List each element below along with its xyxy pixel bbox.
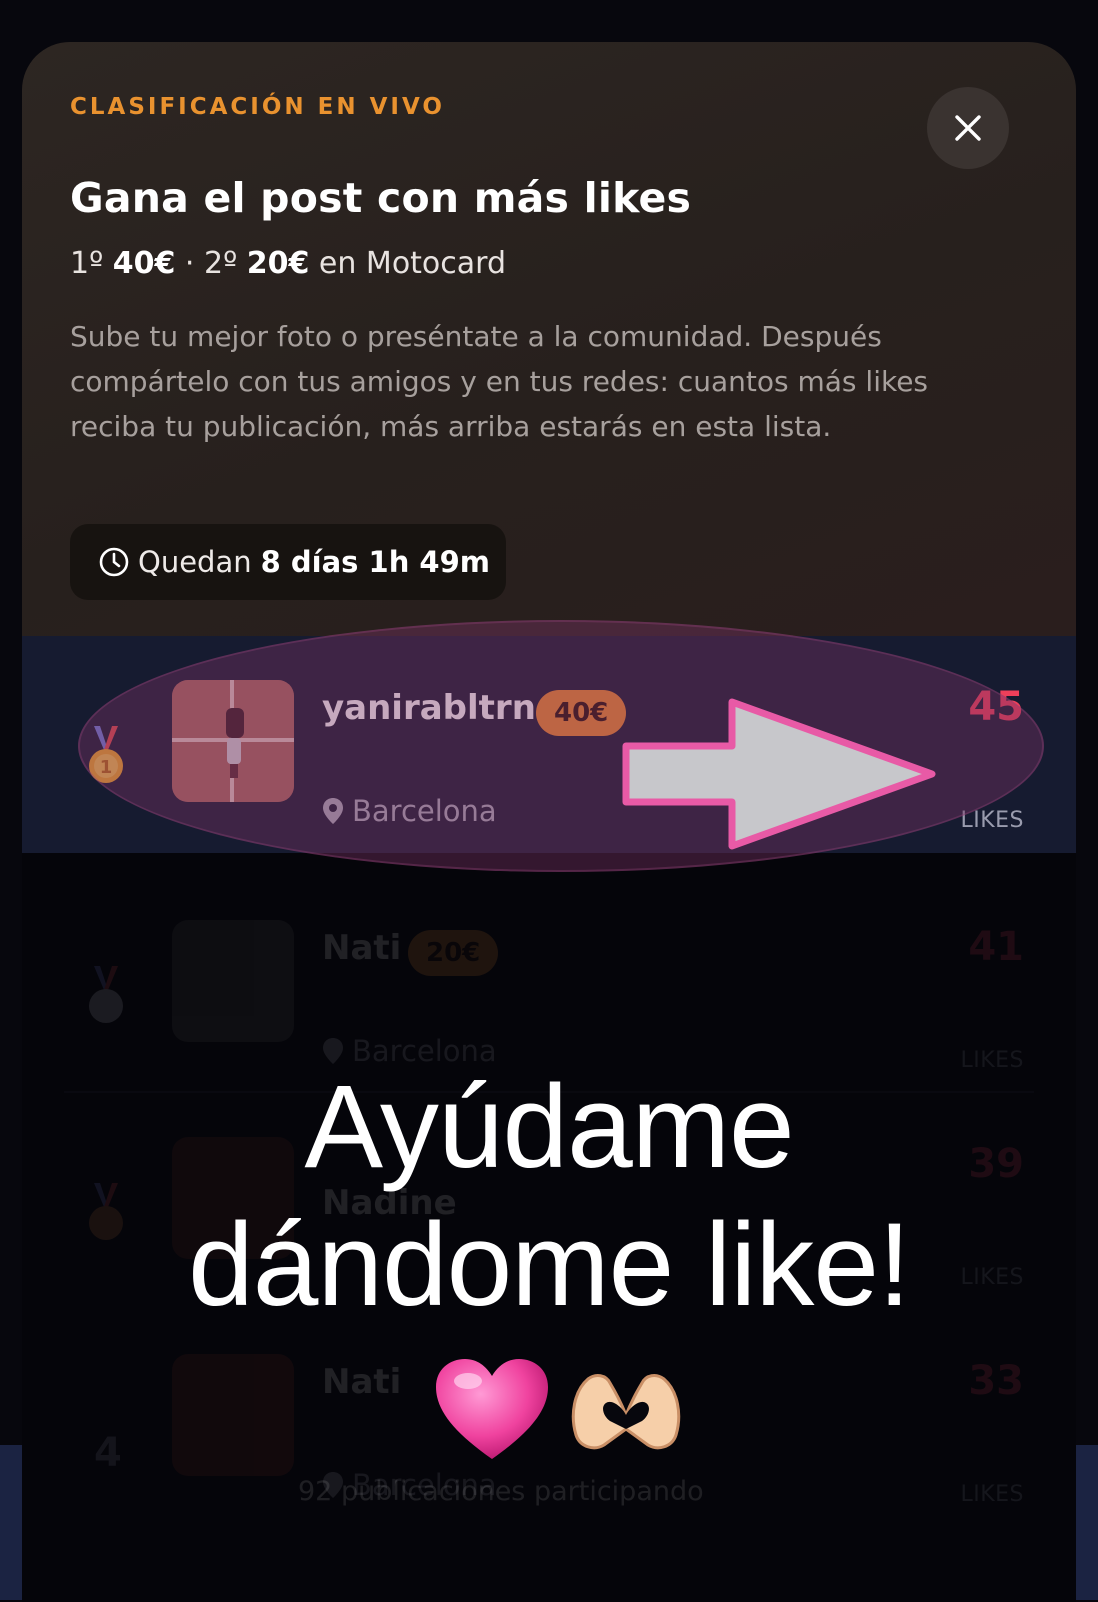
timer-prefix: Quedan bbox=[138, 545, 252, 579]
likes-label: LIKES bbox=[960, 1482, 1024, 1507]
countdown-timer: Quedan 8 días 1h 49m bbox=[70, 524, 506, 600]
timer-value: 8 días 1h 49m bbox=[260, 545, 491, 579]
avatar[interactable] bbox=[172, 920, 294, 1042]
caption-line-2: dándome like! bbox=[188, 1199, 911, 1331]
likes-count: 41 bbox=[968, 924, 1024, 970]
contest-description: Sube tu mejor foto o preséntate a la com… bbox=[70, 320, 929, 443]
eyebrow-label: CLASIFICACIÓN EN VIVO bbox=[70, 94, 445, 120]
username[interactable]: Nati bbox=[322, 1362, 401, 1402]
avatar[interactable] bbox=[172, 1354, 294, 1476]
rank-number: 4 bbox=[94, 1430, 122, 1476]
prize-badge: 20€ bbox=[408, 930, 499, 976]
pink-heart-icon bbox=[436, 1359, 548, 1459]
clock-icon bbox=[99, 547, 129, 577]
username[interactable]: Nati bbox=[322, 928, 401, 968]
silver-medal-icon bbox=[89, 966, 123, 1023]
backdrop-right bbox=[1076, 1445, 1098, 1600]
prize-store: en Motocard bbox=[309, 246, 507, 281]
likes-count: 33 bbox=[968, 1358, 1024, 1404]
prize-first-amount: 40€ bbox=[112, 246, 176, 281]
emoji-row bbox=[432, 1350, 692, 1470]
heart-hands-icon bbox=[571, 1374, 681, 1450]
prize-first-label: 1º bbox=[70, 246, 113, 281]
overlay-caption: Ayúdame dándome like! bbox=[0, 1058, 1098, 1334]
participants-count: 92 publicaciones participando bbox=[298, 1476, 704, 1507]
arrow-right-icon bbox=[622, 698, 936, 850]
caption-line-1: Ayúdame bbox=[304, 1061, 794, 1193]
modal-header: CLASIFICACIÓN EN VIVO Gana el post con m… bbox=[22, 42, 1076, 638]
prize-second-amount: 20€ bbox=[246, 246, 310, 281]
prize-separator: · 2º bbox=[175, 246, 247, 281]
prize-summary: 1º 40€ · 2º 20€ en Motocard bbox=[70, 246, 506, 281]
close-button[interactable] bbox=[927, 87, 1009, 169]
backdrop-left bbox=[0, 1445, 22, 1600]
close-icon bbox=[955, 115, 981, 141]
page-title: Gana el post con más likes bbox=[70, 174, 692, 222]
